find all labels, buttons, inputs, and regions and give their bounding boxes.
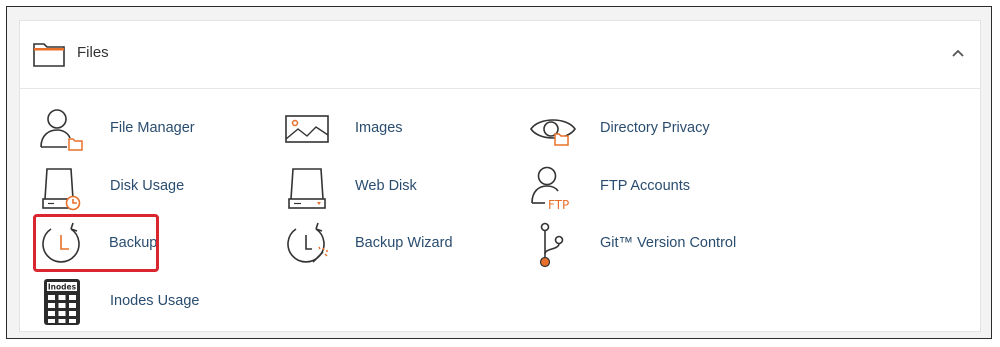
backup-link[interactable]: Backup	[37, 220, 157, 268]
web-disk-link[interactable]: Web Disk	[283, 163, 443, 211]
git-version-control-link[interactable]: Git™ Version Control	[529, 220, 769, 268]
directory-privacy-icon	[530, 119, 576, 146]
item-label: Directory Privacy	[600, 120, 710, 136]
chevron-up-icon[interactable]	[950, 45, 966, 61]
item-label: Backup	[109, 235, 158, 251]
images-link[interactable]: Images	[283, 105, 443, 153]
screenshot-frame: Files File Manager Images Directory Priv…	[6, 6, 992, 339]
web-disk-icon	[288, 168, 326, 209]
disk-usage-icon	[42, 168, 81, 211]
inodes-icon: Inodes	[44, 279, 80, 325]
backup-wizard-link[interactable]: Backup Wizard	[283, 220, 483, 268]
item-label: Web Disk	[355, 178, 417, 194]
folder-icon	[33, 43, 65, 67]
file-manager-link[interactable]: File Manager	[37, 105, 237, 153]
images-icon	[285, 115, 329, 143]
inodes-usage-link[interactable]: Inodes Inodes Usage	[37, 278, 237, 326]
inodes-icon-text: Inodes	[48, 283, 77, 292]
backup-wizard-icon	[287, 222, 328, 263]
file-manager-icon	[40, 109, 83, 151]
item-label: File Manager	[110, 120, 195, 136]
directory-privacy-link[interactable]: Directory Privacy	[529, 105, 749, 153]
files-panel: Files File Manager Images Directory Priv…	[19, 20, 981, 332]
files-section-header[interactable]: Files	[20, 21, 980, 89]
ftp-icon-text: FTP	[548, 198, 569, 211]
git-icon	[539, 222, 564, 268]
item-label: FTP Accounts	[600, 178, 690, 194]
disk-usage-link[interactable]: Disk Usage	[37, 163, 237, 211]
item-label: Backup Wizard	[355, 235, 453, 251]
item-label: Images	[355, 120, 403, 136]
item-label: Git™ Version Control	[600, 235, 737, 251]
backup-icon	[42, 222, 80, 263]
item-label: Inodes Usage	[110, 293, 200, 309]
ftp-accounts-link[interactable]: FTP FTP Accounts	[529, 163, 729, 211]
ftp-accounts-icon: FTP	[531, 166, 569, 211]
item-label: Disk Usage	[110, 178, 185, 194]
section-title: Files	[77, 44, 109, 61]
